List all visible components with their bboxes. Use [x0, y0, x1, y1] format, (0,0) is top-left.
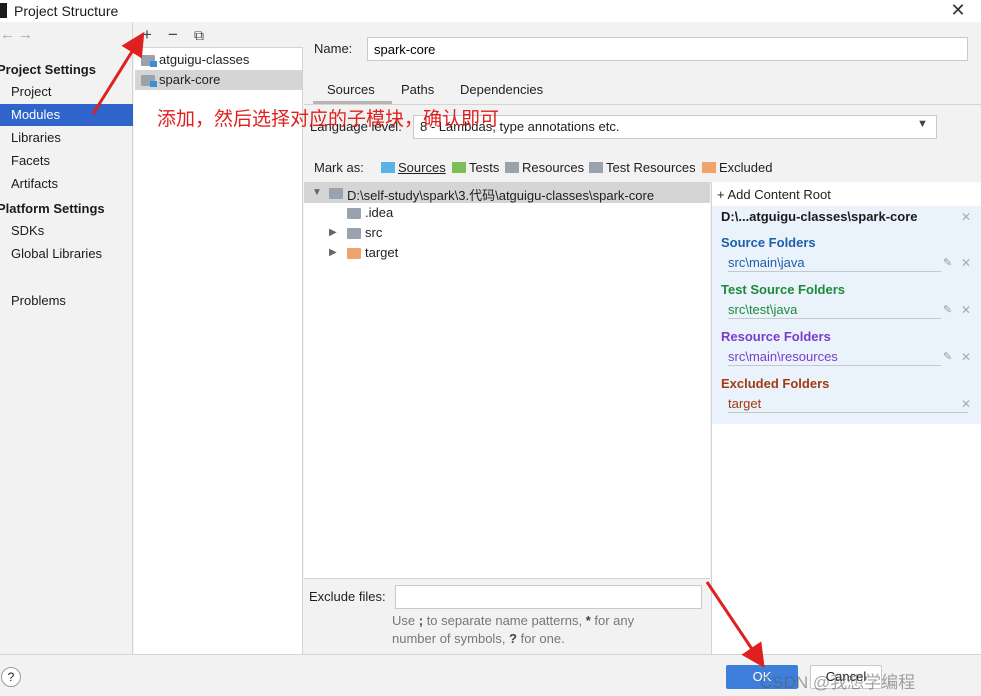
annotation-arrow-add [91, 31, 145, 115]
annotation-arrow-ok [705, 581, 765, 668]
annotation-arrows [91, 31, 765, 668]
